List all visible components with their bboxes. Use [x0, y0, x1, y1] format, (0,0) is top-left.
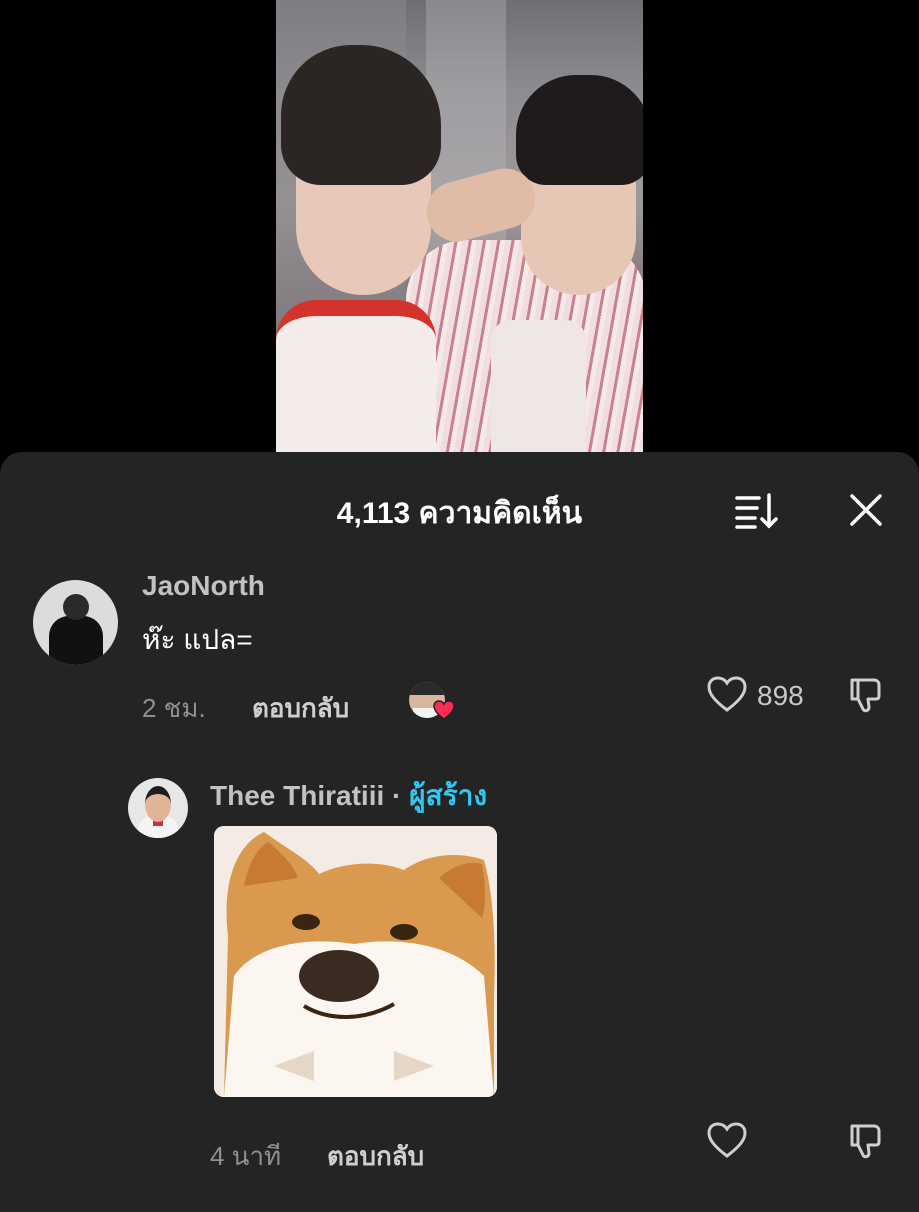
creator-badge: ผู้สร้าง — [409, 780, 488, 811]
comment-username[interactable]: JaoNorth — [142, 570, 265, 602]
heart-icon[interactable] — [706, 674, 748, 714]
comment-text: ห๊ะ แปล= — [142, 624, 253, 655]
sort-icon[interactable] — [733, 490, 781, 530]
comment-timestamp: 2 ชม. — [142, 693, 206, 723]
shiba-dog-sticker — [214, 826, 497, 1097]
person-hair — [516, 75, 643, 185]
reply-username[interactable]: Thee Thiratiii — [210, 780, 384, 811]
comments-sheet: 4,113 ความคิดเห็น JaoNorth ห๊ะ แปล= 2 ชม… — [0, 452, 919, 1212]
reply-button[interactable]: ตอบกลับ — [327, 1136, 424, 1177]
avatar-figure — [49, 616, 103, 665]
avatar-figure — [63, 594, 89, 620]
avatar[interactable] — [128, 778, 188, 838]
heart-icon[interactable] — [706, 1120, 748, 1160]
thumbs-down-icon[interactable] — [846, 674, 888, 716]
thumbs-down-icon[interactable] — [846, 1120, 888, 1162]
reply-timestamp: 4 นาที — [210, 1141, 282, 1171]
reply-button[interactable]: ตอบกลับ — [252, 688, 349, 729]
like-count: 898 — [757, 680, 804, 711]
reply-username-line: Thee Thiratiii · ผู้สร้าง — [210, 774, 487, 818]
comments-count-title: 4,113 ความคิดเห็น — [336, 497, 583, 530]
avatar-hair — [409, 682, 445, 695]
separator: · — [384, 780, 410, 811]
close-icon[interactable] — [846, 490, 886, 530]
avatar-figure — [145, 786, 171, 822]
creator-liked-heart-icon — [433, 700, 455, 720]
person-hair — [281, 45, 441, 185]
person-tee — [491, 320, 586, 452]
avatar[interactable] — [33, 580, 118, 665]
person-shirt — [276, 300, 436, 452]
video-preview[interactable] — [276, 0, 643, 452]
